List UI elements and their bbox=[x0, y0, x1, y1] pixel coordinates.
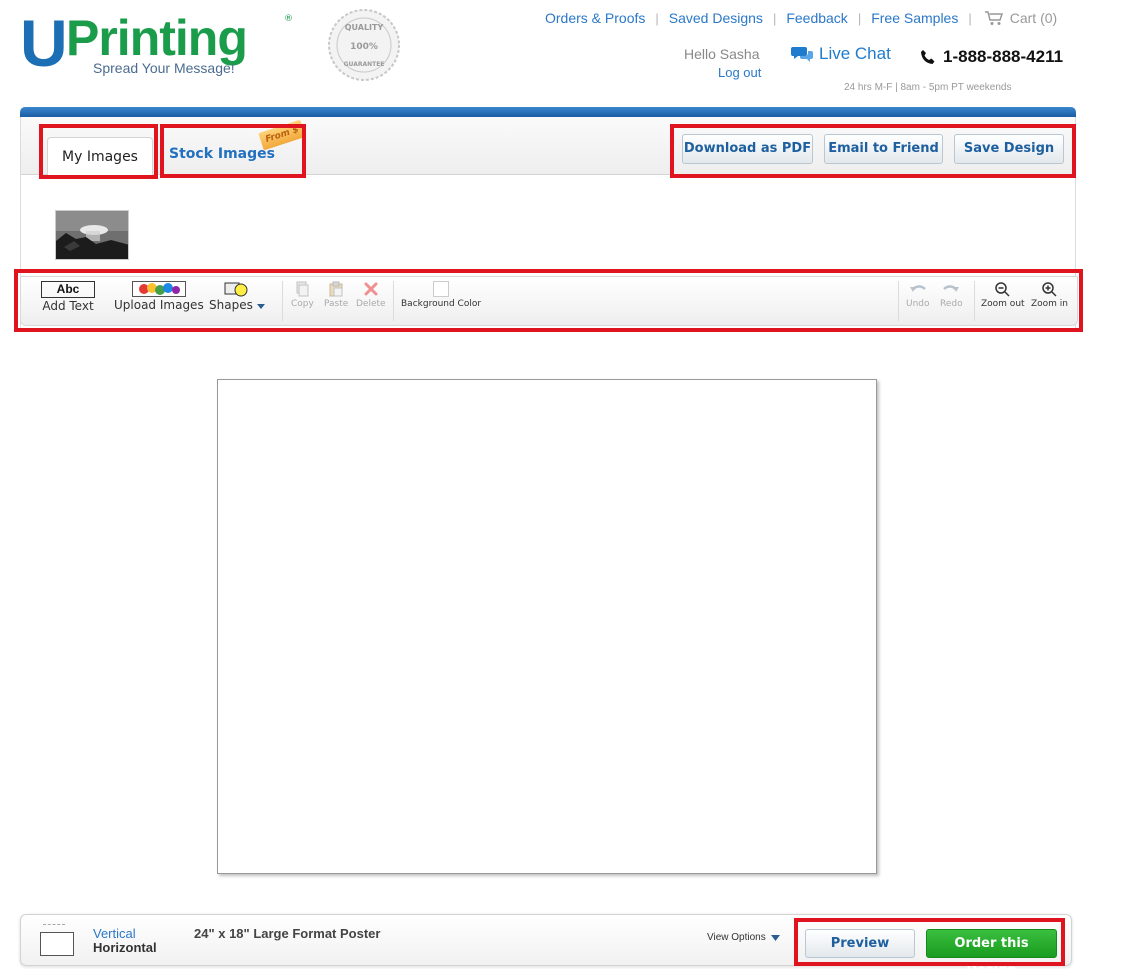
orientation-horizontal[interactable]: Horizontal bbox=[93, 940, 157, 955]
nav-feedback[interactable]: Feedback bbox=[786, 10, 847, 26]
logo-u: U bbox=[20, 6, 68, 80]
nav-free-samples[interactable]: Free Samples bbox=[871, 10, 958, 26]
editor-toolbar: Abc Add Text Upload Images Shapes Copy P… bbox=[20, 276, 1078, 326]
support-hours: 24 hrs M-F | 8am - 5pm PT weekends bbox=[844, 82, 1012, 93]
nav-separator: | bbox=[857, 10, 862, 26]
logo-tagline: Spread Your Message! bbox=[93, 60, 235, 76]
chat-bubbles-icon bbox=[791, 47, 813, 62]
upload-images-label: Upload Images bbox=[114, 298, 204, 312]
preview-button[interactable]: Preview bbox=[805, 929, 915, 958]
tab-my-images[interactable]: My Images bbox=[47, 137, 153, 176]
zoom-in-icon bbox=[1041, 282, 1057, 297]
zoom-out-icon bbox=[995, 282, 1010, 297]
shapes-tool[interactable]: Shapes bbox=[209, 281, 265, 312]
nav-separator: | bbox=[772, 10, 777, 26]
background-color-tool[interactable]: Background Color bbox=[401, 281, 481, 309]
download-pdf-button[interactable]: Download as PDF bbox=[682, 134, 813, 164]
undo-label: Undo bbox=[906, 299, 930, 309]
chevron-down-icon bbox=[256, 304, 265, 309]
cart-link[interactable]: Cart (0) bbox=[984, 10, 1057, 26]
redo-icon bbox=[943, 285, 960, 292]
phone-icon bbox=[921, 50, 935, 64]
phone-number: 1-888-888-4211 bbox=[920, 47, 1063, 67]
logout-link[interactable]: Log out bbox=[718, 65, 761, 80]
phone-number-text: 1-888-888-4211 bbox=[943, 47, 1064, 66]
paste-tool[interactable]: Paste bbox=[324, 281, 348, 309]
logo-registered-mark: ® bbox=[284, 14, 293, 24]
paste-icon bbox=[329, 281, 343, 297]
delete-x-icon bbox=[364, 282, 378, 296]
chevron-down-icon bbox=[770, 934, 780, 941]
seal-center-text: 100% bbox=[350, 42, 378, 52]
seal-top-text: QUALITY bbox=[345, 23, 384, 32]
bottom-bar: Vertical Horizontal 24" x 18" Large Form… bbox=[20, 914, 1072, 969]
undo-icon bbox=[909, 285, 926, 292]
toolbar-divider bbox=[974, 281, 975, 321]
add-text-icon: Abc bbox=[41, 281, 95, 298]
order-design-button[interactable]: Order this Design bbox=[926, 929, 1057, 969]
user-greeting: Hello Sasha bbox=[684, 46, 760, 62]
cart-label: Cart (0) bbox=[1009, 10, 1058, 26]
quality-guarantee-seal: QUALITY 100% GUARANTEE bbox=[325, 8, 403, 82]
design-canvas[interactable] bbox=[217, 379, 877, 874]
my-image-thumbnail[interactable] bbox=[55, 210, 129, 260]
copy-tool[interactable]: Copy bbox=[291, 281, 314, 309]
view-options-label: View Options bbox=[707, 932, 766, 943]
undo-tool[interactable]: Undo bbox=[906, 281, 930, 309]
paste-label: Paste bbox=[324, 299, 349, 309]
email-friend-button[interactable]: Email to Friend bbox=[824, 134, 943, 164]
zoom-in-label: Zoom in bbox=[1031, 299, 1069, 309]
live-chat-label: Live Chat bbox=[819, 44, 891, 63]
uprinting-logo[interactable]: U Printing ® Spread Your Message! bbox=[20, 10, 300, 80]
redo-label: Redo bbox=[940, 299, 963, 309]
nav-separator: | bbox=[968, 10, 972, 26]
add-text-label: Add Text bbox=[42, 299, 94, 313]
orientation-vertical[interactable]: Vertical bbox=[93, 926, 136, 941]
save-design-button[interactable]: Save Design bbox=[954, 134, 1064, 164]
zoom-out-tool[interactable]: Zoom out bbox=[981, 281, 1025, 309]
background-color-label: Background Color bbox=[401, 299, 482, 309]
nav-separator: | bbox=[655, 10, 659, 26]
top-navigation: Orders & Proofs | Saved Designs | Feedba… bbox=[545, 9, 1057, 27]
add-text-tool[interactable]: Abc Add Text bbox=[41, 281, 95, 313]
logo-wordmark: Printing bbox=[66, 10, 248, 66]
image-tab-strip: My Images Stock Images From $ Download a… bbox=[21, 117, 1075, 176]
redo-tool[interactable]: Redo bbox=[940, 281, 963, 309]
toolbar-divider bbox=[898, 281, 899, 321]
delete-tool[interactable]: Delete bbox=[356, 281, 386, 309]
tab-stock-images[interactable]: Stock Images bbox=[169, 146, 275, 162]
shapes-label: Shapes bbox=[209, 298, 265, 312]
seal-bottom-text: GUARANTEE bbox=[344, 61, 385, 68]
stock-price-badge: From $ bbox=[258, 119, 306, 151]
live-chat-link[interactable]: Live Chat bbox=[791, 44, 891, 64]
nav-saved-designs[interactable]: Saved Designs bbox=[669, 10, 763, 26]
orientation-icon bbox=[40, 924, 74, 956]
zoom-out-label: Zoom out bbox=[981, 299, 1025, 309]
toolbar-divider bbox=[393, 281, 394, 321]
background-color-swatch bbox=[433, 281, 450, 297]
toolbar-divider bbox=[282, 281, 283, 321]
copy-label: Copy bbox=[291, 299, 314, 309]
delete-label: Delete bbox=[356, 299, 386, 309]
upload-images-icon bbox=[131, 281, 186, 297]
zoom-in-tool[interactable]: Zoom in bbox=[1031, 281, 1068, 309]
upload-images-tool[interactable]: Upload Images bbox=[114, 281, 204, 312]
panel-top-bar bbox=[20, 107, 1076, 117]
cart-icon bbox=[984, 11, 1003, 25]
view-options-dropdown[interactable]: View Options bbox=[707, 932, 780, 943]
shapes-icon bbox=[224, 282, 248, 297]
product-name: 24" x 18" Large Format Poster bbox=[194, 926, 381, 941]
nav-orders-proofs[interactable]: Orders & Proofs bbox=[545, 10, 645, 26]
copy-icon bbox=[296, 281, 309, 297]
